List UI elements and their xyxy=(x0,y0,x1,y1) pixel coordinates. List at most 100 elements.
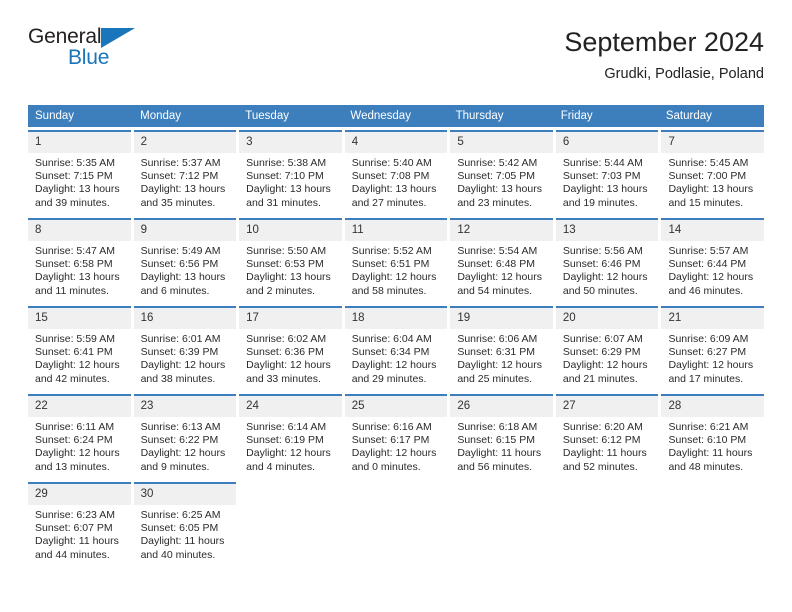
day-details: Sunrise: 6:20 AM Sunset: 6:12 PM Daylight:… xyxy=(556,417,659,479)
day-details: Sunrise: 5:52 AM Sunset: 6:51 PM Daylight:… xyxy=(345,241,448,303)
calendar-day-cell[interactable]: 8 Sunrise: 5:47 AM Sunset: 6:58 PM Daylight… xyxy=(28,218,131,303)
title-block: September 2024 Grudki, Podlasie, Poland xyxy=(304,26,764,84)
calendar-day-cell[interactable]: 4 Sunrise: 5:40 AM Sunset: 7:08 PM Daylight… xyxy=(344,130,448,215)
day-details: Sunrise: 6:18 AM Sunset: 6:15 PM Daylight:… xyxy=(450,417,553,479)
calendar-day-cell[interactable]: 27 Sunrise: 6:20 AM Sunset: 6:12 PM Dayligh… xyxy=(555,394,659,479)
calendar-day-cell[interactable]: 20 Sunrise: 6:07 AM Sunset: 6:29 PM Dayligh… xyxy=(555,306,659,391)
day-number: 1 xyxy=(28,132,131,153)
calendar-day-cell[interactable]: 7 Sunrise: 5:45 AM Sunset: 7:00 PM Daylight… xyxy=(661,130,765,215)
calendar-day-cell[interactable]: 17 Sunrise: 6:02 AM Sunset: 6:36 PM Dayligh… xyxy=(239,306,342,391)
day-details: Sunrise: 5:37 AM Sunset: 7:12 PM Daylight:… xyxy=(134,153,237,215)
calendar-week-row: 29 Sunrise: 6:23 AM Sunset: 6:07 PM Dayligh… xyxy=(28,482,764,567)
calendar-day-cell[interactable]: 10 Sunrise: 5:50 AM Sunset: 6:53 PM Dayligh… xyxy=(239,218,342,303)
day-details: Sunrise: 6:23 AM Sunset: 6:07 PM Daylight:… xyxy=(28,505,131,567)
calendar-day-cell[interactable]: 26 Sunrise: 6:18 AM Sunset: 6:15 PM Dayligh… xyxy=(450,394,553,479)
sunset-text: Sunset: 6:34 PM xyxy=(351,346,430,359)
daylight-text: Daylight: 11 hours and 56 minutes. xyxy=(457,447,542,473)
calendar-day-cell[interactable]: 28 Sunrise: 6:21 AM Sunset: 6:10 PM Dayligh… xyxy=(661,394,765,479)
calendar-day-cell[interactable]: 1 Sunrise: 5:35 AM Sunset: 7:15 PM Daylight… xyxy=(28,130,131,215)
calendar-day-cell[interactable]: 18 Sunrise: 6:04 AM Sunset: 6:34 PM Dayligh… xyxy=(344,306,448,391)
day-number: 5 xyxy=(450,132,553,153)
day-details: Sunrise: 5:38 AM Sunset: 7:10 PM Daylight:… xyxy=(239,153,342,215)
calendar-day-cell[interactable]: 21 Sunrise: 6:09 AM Sunset: 6:27 PM Dayligh… xyxy=(661,306,765,391)
calendar-day-cell[interactable]: 2 Sunrise: 5:37 AM Sunset: 7:12 PM Daylight… xyxy=(133,130,237,215)
sunrise-text: Sunrise: 6:16 AM xyxy=(351,421,432,433)
calendar-day-cell[interactable]: 5 Sunrise: 5:42 AM Sunset: 7:05 PM Daylight… xyxy=(450,130,553,215)
sunrise-text: Sunrise: 6:07 AM xyxy=(562,333,643,345)
day-number: 16 xyxy=(133,308,237,329)
sunrise-text: Sunrise: 5:47 AM xyxy=(35,245,115,257)
day-details xyxy=(556,505,659,567)
sunrise-text: Sunrise: 6:11 AM xyxy=(35,421,115,433)
day-number xyxy=(345,484,448,505)
sunset-text: Sunset: 6:41 PM xyxy=(35,346,113,359)
day-number xyxy=(556,484,659,505)
calendar-day-cell[interactable]: 11 Sunrise: 5:52 AM Sunset: 6:51 PM Dayligh… xyxy=(344,218,448,303)
calendar-day-cell[interactable]: 19 Sunrise: 6:06 AM Sunset: 6:31 PM Dayligh… xyxy=(450,306,553,391)
day-details: Sunrise: 6:21 AM Sunset: 6:10 PM Daylight:… xyxy=(661,417,764,479)
calendar-day-cell[interactable]: 13 Sunrise: 5:56 AM Sunset: 6:46 PM Dayligh… xyxy=(555,218,659,303)
calendar-day-cell[interactable]: 9 Sunrise: 5:49 AM Sunset: 6:56 PM Daylight… xyxy=(133,218,237,303)
calendar-day-cell[interactable]: 3 Sunrise: 5:38 AM Sunset: 7:10 PM Daylight… xyxy=(239,130,342,215)
calendar-day-cell[interactable]: 23 Sunrise: 6:13 AM Sunset: 6:22 PM Dayligh… xyxy=(133,394,237,479)
daylight-text: Daylight: 12 hours and 17 minutes. xyxy=(668,359,754,385)
daylight-text: Daylight: 12 hours and 29 minutes. xyxy=(351,359,437,385)
day-number: 14 xyxy=(661,220,765,241)
calendar-day-cell[interactable]: 22 Sunrise: 6:11 AM Sunset: 6:24 PM Dayligh… xyxy=(28,394,131,479)
daylight-text: Daylight: 13 hours and 39 minutes. xyxy=(35,183,120,209)
calendar-day-cell[interactable]: 6 Sunrise: 5:44 AM Sunset: 7:03 PM Daylight… xyxy=(555,130,659,215)
day-number: 9 xyxy=(133,220,237,241)
sunrise-text: Sunrise: 5:54 AM xyxy=(457,245,538,257)
day-details xyxy=(345,505,448,567)
page-subtitle: Grudki, Podlasie, Poland xyxy=(604,66,764,82)
sunrise-text: Sunrise: 6:20 AM xyxy=(562,421,643,433)
sunset-text: Sunset: 6:56 PM xyxy=(140,258,219,271)
day-number: 18 xyxy=(344,308,448,329)
calendar-week-row: 15 Sunrise: 5:59 AM Sunset: 6:41 PM Dayligh… xyxy=(28,306,765,391)
day-number: 30 xyxy=(133,484,237,505)
day-details: Sunrise: 6:04 AM Sunset: 6:34 PM Daylight:… xyxy=(345,329,448,391)
brand-name-top: General xyxy=(28,26,328,48)
day-details: Sunrise: 5:56 AM Sunset: 6:46 PM Daylight:… xyxy=(556,241,659,303)
daylight-text: Daylight: 11 hours and 52 minutes. xyxy=(562,447,647,473)
sunrise-text: Sunrise: 6:09 AM xyxy=(668,333,749,345)
calendar-day-cell[interactable]: 15 Sunrise: 5:59 AM Sunset: 6:41 PM Dayligh… xyxy=(28,306,131,391)
weekday-header-monday: Monday xyxy=(140,110,182,122)
day-number: 29 xyxy=(28,484,131,505)
day-number: 11 xyxy=(344,220,448,241)
day-details: Sunrise: 6:16 AM Sunset: 6:17 PM Daylight:… xyxy=(345,417,448,479)
day-details: Sunrise: 6:07 AM Sunset: 6:29 PM Daylight:… xyxy=(556,329,659,391)
calendar-day-cell-empty xyxy=(450,482,553,567)
calendar-day-cell[interactable]: 29 Sunrise: 6:23 AM Sunset: 6:07 PM Dayligh… xyxy=(28,482,131,567)
calendar-day-cell[interactable]: 12 Sunrise: 5:54 AM Sunset: 6:48 PM Dayligh… xyxy=(450,218,553,303)
page-header: General Blue September 2024 Grudki, Podl… xyxy=(28,26,764,98)
day-details xyxy=(239,505,342,567)
sunrise-text: Sunrise: 6:14 AM xyxy=(246,421,327,433)
calendar-day-cell[interactable]: 24 Sunrise: 6:14 AM Sunset: 6:19 PM Dayligh… xyxy=(239,394,342,479)
sunrise-text: Sunrise: 5:35 AM xyxy=(35,157,115,169)
daylight-text: Daylight: 13 hours and 31 minutes. xyxy=(246,183,331,209)
sunset-text: Sunset: 6:39 PM xyxy=(140,346,219,359)
day-number: 27 xyxy=(555,396,659,417)
day-details xyxy=(661,505,764,567)
day-number: 17 xyxy=(239,308,342,329)
calendar-page: General Blue September 2024 Grudki, Podl… xyxy=(0,0,792,612)
sunset-text: Sunset: 6:10 PM xyxy=(668,434,747,447)
day-number: 15 xyxy=(28,308,131,329)
calendar-day-cell[interactable]: 25 Sunrise: 6:16 AM Sunset: 6:17 PM Dayligh… xyxy=(344,394,448,479)
daylight-text: Daylight: 13 hours and 35 minutes. xyxy=(140,183,226,209)
daylight-text: Daylight: 12 hours and 33 minutes. xyxy=(246,359,331,385)
day-details: Sunrise: 6:01 AM Sunset: 6:39 PM Daylight:… xyxy=(134,329,237,391)
triangle-icon xyxy=(101,28,136,53)
sunrise-text: Sunrise: 5:45 AM xyxy=(668,157,749,169)
calendar-day-cell[interactable]: 14 Sunrise: 5:57 AM Sunset: 6:44 PM Dayligh… xyxy=(661,218,765,303)
calendar-grid: Sunday Monday Tuesday Wednesday Thursday Frid… xyxy=(28,105,765,567)
day-number xyxy=(450,484,553,505)
calendar-day-cell[interactable]: 30 Sunrise: 6:25 AM Sunset: 6:05 PM Dayligh… xyxy=(133,482,237,567)
calendar-day-cell-empty xyxy=(345,482,448,567)
sunrise-text: Sunrise: 5:59 AM xyxy=(35,333,115,345)
sunrise-text: Sunrise: 6:04 AM xyxy=(351,333,432,345)
sunset-text: Sunset: 6:58 PM xyxy=(35,258,113,271)
sunset-text: Sunset: 6:12 PM xyxy=(562,434,641,447)
calendar-day-cell[interactable]: 16 Sunrise: 6:01 AM Sunset: 6:39 PM Dayligh… xyxy=(133,306,237,391)
